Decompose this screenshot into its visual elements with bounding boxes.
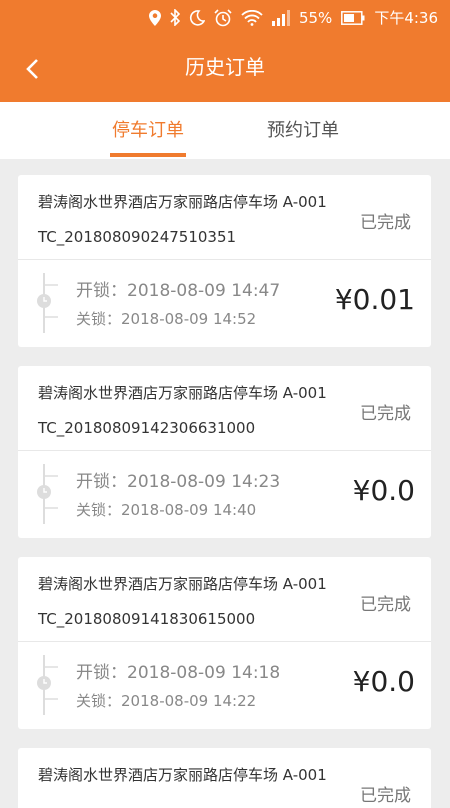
unlock-label: 开锁： bbox=[76, 281, 127, 301]
alarm-icon bbox=[214, 8, 232, 26]
lock-label: 关锁： bbox=[76, 692, 122, 710]
order-amount: ¥0.0 bbox=[352, 665, 415, 698]
divider bbox=[18, 450, 431, 451]
unlock-time: 开锁：2018-08-09 14:23 bbox=[76, 467, 280, 492]
order-status: 已完成 bbox=[360, 595, 411, 615]
battery-icon bbox=[341, 10, 365, 25]
lock-value: 2018-08-09 14:22 bbox=[121, 692, 257, 710]
lock-label: 关锁： bbox=[76, 501, 122, 519]
timeline-icon bbox=[37, 273, 58, 333]
unlock-value: 2018-08-09 14:18 bbox=[127, 663, 281, 683]
order-number: TC_20180809142306631000 bbox=[38, 419, 256, 437]
order-status: 已完成 bbox=[360, 213, 411, 233]
back-button[interactable] bbox=[18, 54, 48, 84]
parking-lot-name: 碧涛阁水世界酒店万家丽路店停车场 A-001 bbox=[38, 575, 327, 593]
app-bar: 历史订单 bbox=[0, 32, 450, 102]
page-title: 历史订单 bbox=[185, 55, 265, 79]
unlock-value: 2018-08-09 14:23 bbox=[127, 472, 281, 492]
order-number: TC_201808090247510351 bbox=[38, 228, 237, 246]
battery-percent: 55% bbox=[298, 8, 333, 27]
tab-reservation-orders[interactable]: 预约订单 bbox=[243, 102, 363, 159]
lock-value: 2018-08-09 14:52 bbox=[121, 310, 257, 328]
timeline-icon bbox=[37, 655, 58, 715]
order-card[interactable]: 碧涛阁水世界酒店万家丽路店停车场 A-001 TC_20180809142306… bbox=[18, 366, 431, 538]
signal-icon bbox=[271, 9, 290, 26]
parking-lot-name: 碧涛阁水世界酒店万家丽路店停车场 A-001 bbox=[38, 766, 327, 784]
parking-lot-name: 碧涛阁水世界酒店万家丽路店停车场 A-001 bbox=[38, 384, 327, 402]
lock-label: 关锁： bbox=[76, 310, 122, 328]
lock-value: 2018-08-09 14:40 bbox=[121, 501, 257, 519]
tab-parking-orders[interactable]: 停车订单 bbox=[88, 102, 208, 159]
unlock-label: 开锁： bbox=[76, 663, 127, 683]
active-tab-indicator bbox=[110, 153, 186, 157]
unlock-value: 2018-08-09 14:47 bbox=[127, 281, 281, 301]
unlock-time: 开锁：2018-08-09 14:18 bbox=[76, 658, 280, 683]
lock-time: 关锁：2018-08-09 14:22 bbox=[76, 690, 256, 711]
chevron-left-icon bbox=[26, 59, 38, 79]
wifi-icon bbox=[241, 9, 263, 26]
order-card[interactable]: 碧涛阁水世界酒店万家丽路店停车场 A-001 已完成 bbox=[18, 748, 431, 808]
unlock-label: 开锁： bbox=[76, 472, 127, 492]
parking-lot-name: 碧涛阁水世界酒店万家丽路店停车场 A-001 bbox=[38, 193, 327, 211]
status-bar: 55% 下午4:36 bbox=[0, 0, 450, 32]
order-status: 已完成 bbox=[360, 404, 411, 424]
order-card[interactable]: 碧涛阁水世界酒店万家丽路店停车场 A-001 TC_20180809141830… bbox=[18, 557, 431, 729]
order-card[interactable]: 碧涛阁水世界酒店万家丽路店停车场 A-001 TC_20180809024751… bbox=[18, 175, 431, 347]
order-amount: ¥0.01 bbox=[334, 283, 415, 316]
unlock-time: 开锁：2018-08-09 14:47 bbox=[76, 276, 280, 301]
tab-bar: 停车订单 预约订单 bbox=[0, 102, 450, 159]
timeline-icon bbox=[37, 464, 58, 524]
divider bbox=[18, 641, 431, 642]
lock-time: 关锁：2018-08-09 14:40 bbox=[76, 499, 256, 520]
bluetooth-icon bbox=[170, 9, 180, 26]
clock: 下午4:36 bbox=[374, 9, 438, 27]
divider bbox=[18, 259, 431, 260]
lock-time: 关锁：2018-08-09 14:52 bbox=[76, 308, 256, 329]
moon-icon bbox=[189, 9, 205, 26]
order-status: 已完成 bbox=[360, 786, 411, 806]
order-amount: ¥0.0 bbox=[352, 474, 415, 507]
location-icon bbox=[148, 9, 161, 26]
order-number: TC_20180809141830615000 bbox=[38, 610, 256, 628]
